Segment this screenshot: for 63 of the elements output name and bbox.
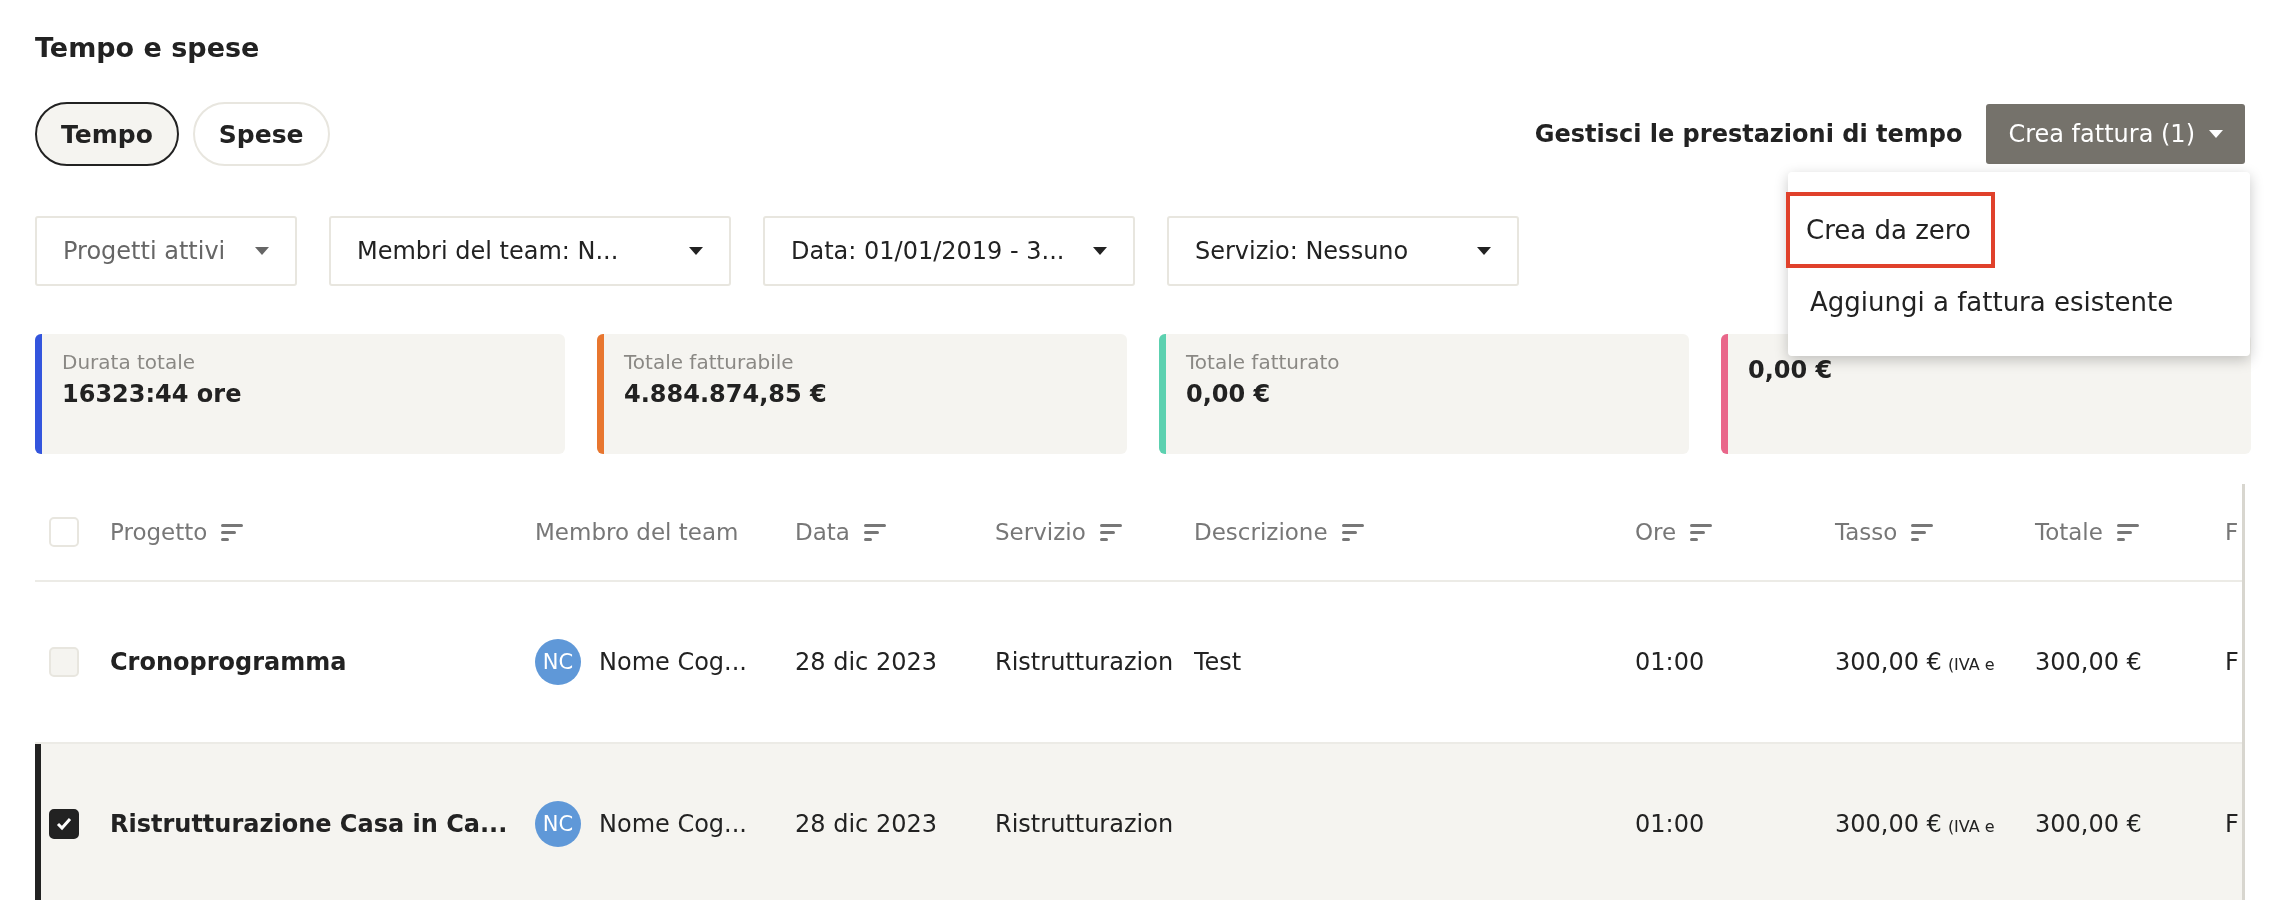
member-name: Nome Cog...: [599, 648, 747, 676]
caret-icon: [1093, 247, 1107, 255]
description-cell-text: Test: [1194, 648, 1243, 676]
create-invoice-button[interactable]: Crea fattura (1): [1986, 104, 2245, 164]
project-name: Cronoprogramma: [110, 648, 348, 676]
avatar: NC: [535, 639, 581, 685]
filter-dropdown[interactable]: Servizio: Nessuno: [1167, 216, 1519, 286]
menu-item[interactable]: Aggiungi a fattura esistente: [1790, 268, 2174, 336]
stat-value: 4.884.874,85 €: [624, 380, 827, 408]
column-header[interactable]: Totale: [2035, 519, 2225, 545]
date-cell-text: 28 dic 2023: [795, 810, 938, 838]
sort-icon[interactable]: [221, 523, 244, 541]
caret-icon: [255, 247, 269, 255]
sort-icon[interactable]: [1341, 523, 1364, 541]
sort-icon[interactable]: [1099, 523, 1122, 541]
total-cell-text: 300,00 €: [2035, 810, 2143, 838]
sort-icon[interactable]: [2116, 523, 2139, 541]
stat-label: Totale fatturabile: [624, 350, 795, 374]
hours-cell-text: 01:00: [1635, 810, 1706, 838]
stat-value: 16323:44 ore: [62, 380, 242, 408]
row-checkbox[interactable]: [49, 809, 79, 839]
filter-dropdown[interactable]: Data: 01/01/2019 - 3...: [763, 216, 1135, 286]
column-header[interactable]: Descrizione: [1194, 519, 1635, 545]
stat-label: Totale fatturato: [1186, 350, 1340, 374]
table-cell-text: F: [2225, 810, 2240, 838]
service-cell-text: Ristrutturazion: [995, 810, 1175, 838]
date-cell-text: 28 dic 2023: [795, 648, 938, 676]
stat-value: 0,00 €: [1186, 380, 1272, 408]
menu-item[interactable]: Crea da zero: [1786, 192, 1995, 268]
vat-note: (IVA e: [1947, 817, 1995, 836]
project-name: Ristrutturazione Casa in Ca...: [110, 810, 509, 838]
service-cell-text: Ristrutturazion: [995, 648, 1175, 676]
tab[interactable]: Tempo: [35, 102, 179, 166]
column-header[interactable]: Ore: [1635, 519, 1835, 545]
filter-dropdown[interactable]: Progetti attivi: [35, 216, 297, 286]
manage-link[interactable]: Gestisci le prestazioni di tempo: [1534, 120, 1963, 148]
member-name: Nome Cog...: [599, 810, 747, 838]
vat-note: (IVA e: [1947, 655, 1995, 674]
total-cell-text: 300,00 €: [2035, 648, 2143, 676]
column-header[interactable]: Membro del team: [535, 519, 795, 545]
page-title: Tempo e spese: [35, 31, 261, 65]
stat-value: 0,00 €: [1748, 356, 1833, 384]
column-header[interactable]: Progetto: [110, 519, 535, 545]
avatar: NC: [535, 801, 581, 847]
sort-icon[interactable]: [1911, 523, 1934, 541]
column-header[interactable]: Tasso: [1835, 519, 2035, 545]
caret-icon: [1477, 247, 1491, 255]
rate-cell: 300,00 €: [1835, 648, 1942, 676]
stat-label: Durata totale: [62, 350, 197, 374]
column-header[interactable]: Servizio: [995, 519, 1194, 545]
select-all-checkbox[interactable]: [49, 517, 79, 547]
caret-icon: [689, 247, 703, 255]
tab[interactable]: Spese: [192, 102, 330, 166]
table-cell-text: F: [2225, 648, 2240, 676]
column-header[interactable]: F: [2225, 519, 2242, 545]
caret-icon: [2209, 130, 2223, 138]
sort-icon[interactable]: [1690, 523, 1713, 541]
column-header[interactable]: Data: [795, 519, 995, 545]
hours-cell-text: 01:00: [1635, 648, 1706, 676]
sort-icon[interactable]: [863, 523, 886, 541]
filter-dropdown[interactable]: Membri del team: N...: [329, 216, 731, 286]
rate-cell: 300,00 €: [1835, 810, 1942, 838]
table-row[interactable]: Ristrutturazione Casa in Ca... NC Nome Cog... 28 dic 2023 Ristrutturazion 01:00 300,00 € (IVA e 300,00 € F: [35, 744, 2242, 900]
